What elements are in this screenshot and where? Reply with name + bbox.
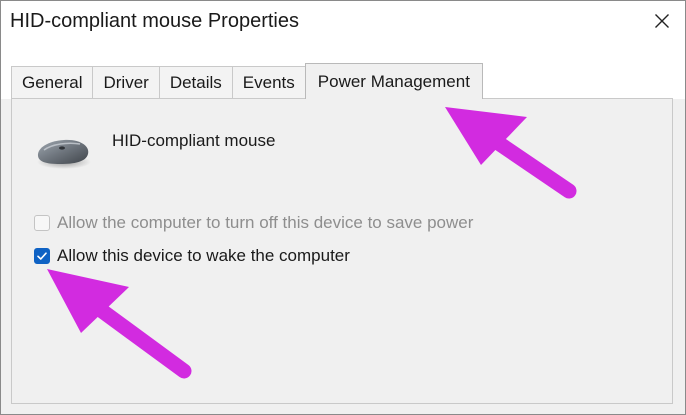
allow-power-off-label: Allow the computer to turn off this devi… <box>57 213 474 232</box>
allow-power-off-checkbox[interactable] <box>34 215 50 231</box>
allow-power-off-option: Allow the computer to turn off this devi… <box>34 213 473 233</box>
title-bar: HID-compliant mouse Properties <box>1 1 685 47</box>
tab-power-management[interactable]: Power Management <box>304 63 483 99</box>
properties-dialog: HID-compliant mouse Properties General D… <box>0 0 686 415</box>
mouse-icon <box>37 139 91 169</box>
tab-details[interactable]: Details <box>158 66 233 98</box>
allow-wake-checkbox[interactable] <box>34 248 50 264</box>
power-management-panel: HID-compliant mouse Allow the computer t… <box>11 98 673 404</box>
window-title: HID-compliant mouse Properties <box>10 10 299 32</box>
allow-wake-option[interactable]: Allow this device to wake the computer <box>34 246 350 266</box>
close-button[interactable] <box>639 1 685 41</box>
tab-driver[interactable]: Driver <box>92 66 160 98</box>
checkmark-icon <box>37 252 47 260</box>
close-icon <box>655 14 669 28</box>
allow-wake-label: Allow this device to wake the computer <box>57 246 350 265</box>
tab-general[interactable]: General <box>11 66 94 98</box>
device-name: HID-compliant mouse <box>112 131 276 150</box>
tab-strip: General Driver Details Events Power Mana… <box>1 47 685 99</box>
tab-events[interactable]: Events <box>231 66 306 98</box>
